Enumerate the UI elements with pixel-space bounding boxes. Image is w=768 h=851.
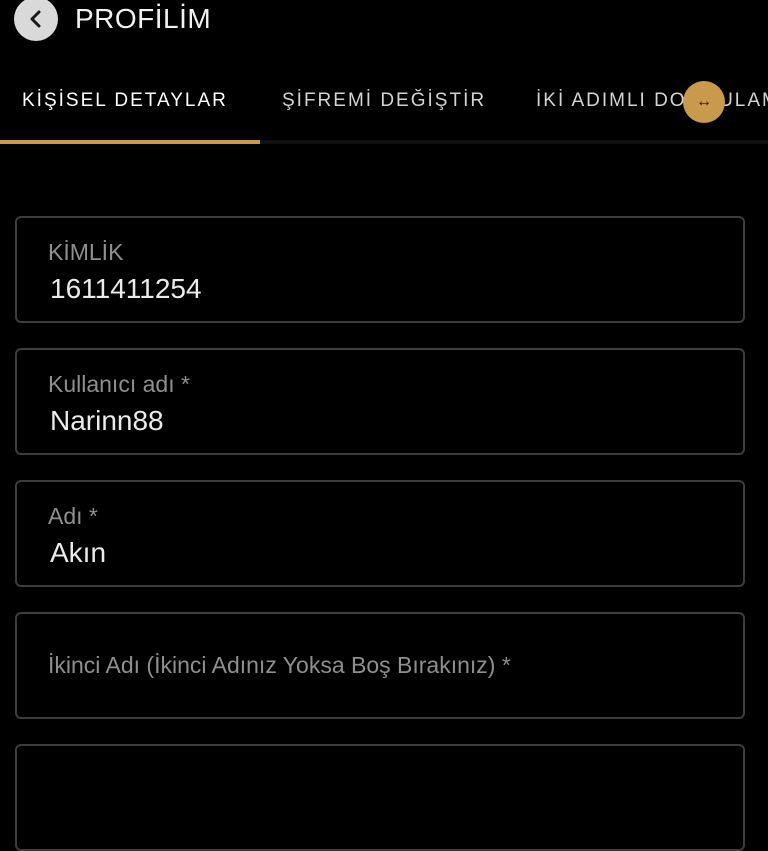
middle-name-placeholder: İkinci Adı (İkinci Adınız Yoksa Boş Bıra…: [48, 652, 511, 678]
tab-two-step-verification[interactable]: İKİ ADIMLI DOĞRULAMA: [536, 90, 768, 112]
active-tab-indicator: [0, 140, 260, 144]
tab-change-password[interactable]: ŞİFREMİ DEĞİŞTİR: [282, 90, 486, 112]
tab-scroll-handle[interactable]: ↔: [683, 81, 725, 123]
first-name-field-label: Adı *: [48, 503, 98, 529]
next-field[interactable]: [15, 744, 745, 851]
app-header: PROFİLİM: [0, 0, 768, 41]
first-name-field[interactable]: Adı * Akın: [15, 480, 745, 587]
username-field-label: Kullanıcı adı *: [48, 371, 190, 397]
id-field-label: KİMLİK: [48, 239, 124, 265]
page-title: PROFİLİM: [75, 3, 212, 34]
id-field-value: 1611411254: [50, 273, 202, 304]
tab-personal-details[interactable]: KİŞİSEL DETAYLAR: [22, 90, 228, 112]
back-button[interactable]: [14, 0, 58, 41]
chevron-left-icon: [30, 10, 41, 28]
horizontal-arrows-icon: ↔: [696, 93, 712, 110]
username-field[interactable]: Kullanıcı adı * Narinn88: [15, 348, 745, 455]
first-name-field-value: Akın: [50, 537, 107, 568]
username-field-value: Narinn88: [50, 405, 164, 436]
middle-name-field[interactable]: İkinci Adı (İkinci Adınız Yoksa Boş Bıra…: [15, 612, 745, 719]
id-field[interactable]: KİMLİK 1611411254: [15, 216, 745, 323]
profile-tabs: KİŞİSEL DETAYLAR ŞİFREMİ DEĞİŞTİR İKİ AD…: [0, 78, 768, 144]
